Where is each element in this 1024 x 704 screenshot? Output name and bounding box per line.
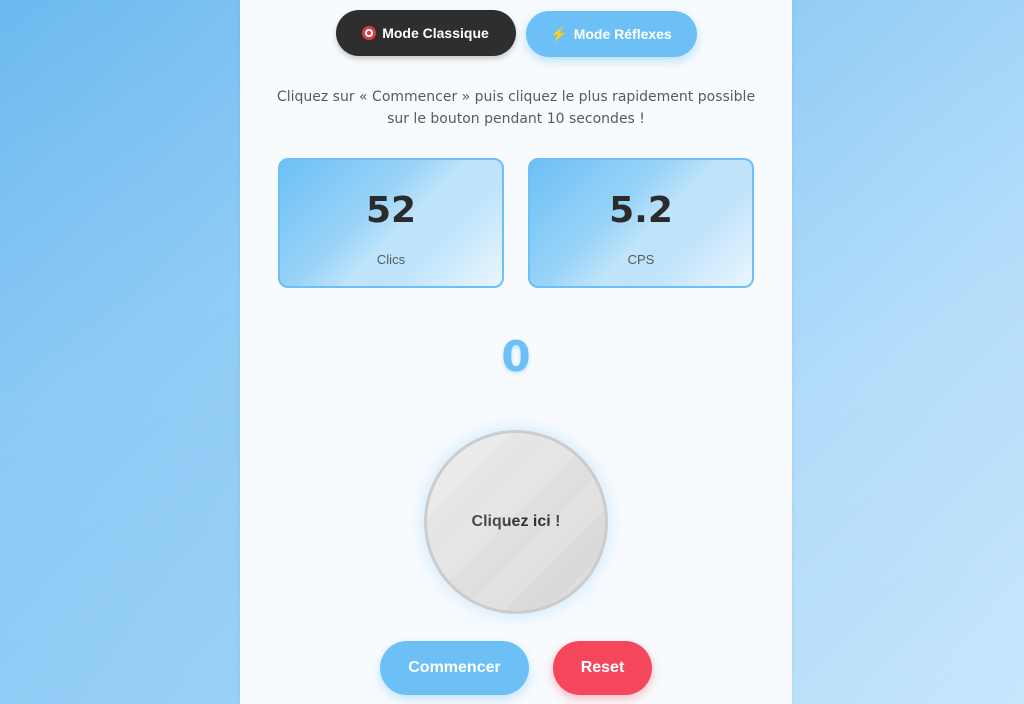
target-icon xyxy=(362,26,377,40)
click-target-button[interactable]: Cliquez ici ! xyxy=(424,430,608,614)
background-right xyxy=(784,0,1024,704)
lightning-icon: ⚡ xyxy=(550,25,568,42)
start-button[interactable]: Commencer xyxy=(380,641,529,695)
reset-button[interactable]: Reset xyxy=(553,641,652,695)
instructions-text: Cliquez sur « Commencer » puis cliquez l… xyxy=(276,89,756,127)
mode-selector: Mode Classique ⚡ Mode Réflexes xyxy=(240,10,792,57)
mode-reflex-button[interactable]: ⚡ Mode Réflexes xyxy=(525,11,697,57)
mode-classic-label: Mode Classique xyxy=(382,25,489,41)
stats-panel: 52 Clics 5.2 CPS xyxy=(278,158,754,288)
game-card: Mode Classique ⚡ Mode Réflexes Cliquez s… xyxy=(240,0,792,704)
mode-reflex-label: Mode Réflexes xyxy=(573,26,672,42)
clicks-value: 52 xyxy=(365,190,417,231)
mode-classic-button[interactable]: Mode Classique xyxy=(335,10,516,56)
cps-stat: 5.2 CPS xyxy=(528,158,754,288)
cps-label: CPS xyxy=(627,252,655,267)
clicks-stat: 52 Clics xyxy=(278,158,504,288)
timer-display: 0 xyxy=(501,332,531,381)
clicks-label: Clics xyxy=(376,252,406,267)
background-left xyxy=(0,0,240,704)
cps-value: 5.2 xyxy=(609,190,673,231)
action-buttons: Commencer Reset xyxy=(240,641,792,695)
